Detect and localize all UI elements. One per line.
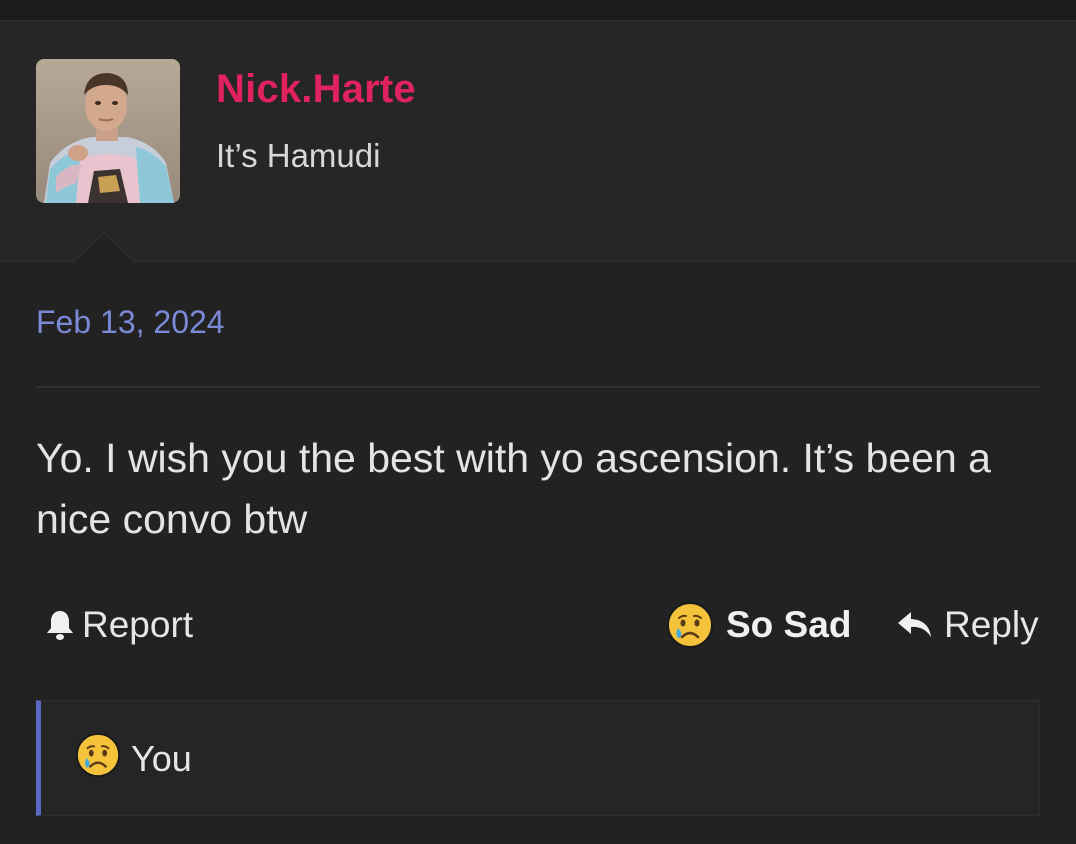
post-date-link[interactable]: Feb 13, 2024 bbox=[36, 304, 225, 341]
post-container: Nick.Harte It’s Hamudi Feb 13, 2024 Yo. … bbox=[0, 0, 1076, 844]
reaction-summary[interactable]: You bbox=[75, 732, 192, 783]
avatar-image bbox=[36, 59, 180, 203]
divider bbox=[36, 386, 1040, 388]
crying-face-icon bbox=[75, 732, 121, 787]
reactions-bar[interactable]: You bbox=[36, 700, 1040, 816]
bell-icon bbox=[44, 608, 76, 642]
message-body: Yo. I wish you the best with yo ascensio… bbox=[36, 435, 991, 542]
header-pointer-fill bbox=[73, 234, 135, 263]
crying-face-icon bbox=[666, 601, 714, 649]
avatar[interactable] bbox=[36, 59, 180, 203]
user-title: It’s Hamudi bbox=[216, 137, 381, 174]
reaction-summary-label: You bbox=[131, 738, 192, 779]
so-sad-label: So Sad bbox=[726, 604, 852, 645]
reply-arrow-icon bbox=[896, 609, 934, 641]
user-header: Nick.Harte It’s Hamudi bbox=[0, 20, 1076, 262]
username-link[interactable]: Nick.Harte bbox=[216, 67, 416, 112]
so-sad-reaction-button[interactable]: So Sad bbox=[666, 600, 851, 650]
top-strip bbox=[0, 0, 1076, 20]
report-label: Report bbox=[82, 604, 194, 645]
reply-button[interactable]: Reply bbox=[896, 600, 1039, 650]
reply-label: Reply bbox=[944, 604, 1039, 645]
report-button[interactable]: Report bbox=[44, 600, 193, 650]
